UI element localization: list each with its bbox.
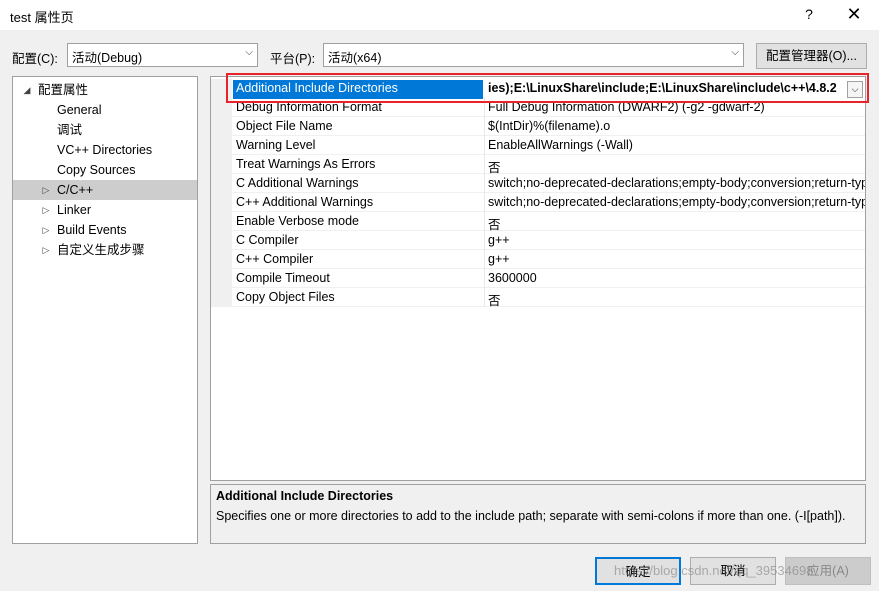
collapse-icon[interactable]: ◢	[21, 80, 33, 100]
description-panel: Additional Include Directories Specifies…	[210, 484, 866, 544]
row-gutter	[211, 231, 232, 250]
tree-item-label: Build Events	[57, 223, 127, 237]
property-name: Compile Timeout	[236, 271, 330, 285]
config-manager-button[interactable]: 配置管理器(O)...	[756, 43, 867, 69]
platform-label: 平台(P):	[270, 52, 316, 66]
row-gutter	[211, 174, 232, 193]
config-select[interactable]: 活动(Debug) ⌵	[67, 43, 258, 67]
property-name: Treat Warnings As Errors	[236, 157, 376, 171]
tree-item-custom-build-step[interactable]: ▷ 自定义生成步骤	[13, 240, 197, 260]
watermark: https://blog.csdn.net/qq_39534698	[614, 563, 814, 578]
property-row[interactable]: Copy Object Files 否	[211, 288, 865, 309]
row-gutter	[211, 250, 232, 269]
config-select-value: 活动(Debug)	[72, 51, 143, 65]
column-separator	[484, 174, 485, 193]
chevron-down-icon: ⌵	[731, 47, 739, 58]
tree-item-copy-sources[interactable]: Copy Sources	[13, 160, 197, 180]
property-row[interactable]: Warning Level EnableAllWarnings (-Wall)	[211, 136, 865, 155]
chevron-down-icon: ⌵	[245, 47, 253, 58]
tree-item-config-properties[interactable]: ◢ 配置属性	[13, 80, 197, 100]
window-title: test 属性页	[10, 10, 74, 25]
property-name: C Compiler	[236, 233, 299, 247]
property-value[interactable]: g++	[488, 252, 865, 266]
property-grid[interactable]: Additional Include Directories ies);E:\L…	[210, 76, 866, 481]
column-separator	[484, 136, 485, 155]
column-separator	[484, 212, 485, 231]
property-row[interactable]: C Compiler g++	[211, 231, 865, 250]
description-text: Specifies one or more directories to add…	[216, 509, 846, 523]
property-name: Enable Verbose mode	[236, 214, 360, 228]
property-row[interactable]: Treat Warnings As Errors 否	[211, 155, 865, 175]
property-name: C++ Compiler	[236, 252, 314, 266]
column-separator	[484, 193, 485, 212]
property-value[interactable]: g++	[488, 233, 865, 247]
config-label: 配置(C):	[12, 52, 58, 66]
tree-item-build-events[interactable]: ▷ Build Events	[13, 220, 197, 240]
property-name: C++ Additional Warnings	[236, 195, 374, 209]
property-value[interactable]: EnableAllWarnings (-Wall)	[488, 138, 865, 152]
property-name: C Additional Warnings	[236, 176, 359, 190]
row-gutter	[211, 212, 232, 231]
tree-item-label: 调试	[57, 123, 83, 137]
property-value[interactable]: switch;no-deprecated-declarations;empty-…	[488, 195, 865, 209]
row-gutter	[211, 155, 232, 174]
property-name: Warning Level	[236, 138, 316, 152]
property-row[interactable]: Object File Name $(IntDir)%(filename).o	[211, 117, 865, 136]
platform-select-value: 活动(x64)	[328, 51, 382, 65]
expand-icon[interactable]: ▷	[40, 220, 52, 240]
property-row[interactable]: C++ Compiler g++	[211, 250, 865, 269]
column-separator	[484, 269, 485, 288]
platform-select[interactable]: 活动(x64) ⌵	[323, 43, 744, 67]
property-row[interactable]: Compile Timeout 3600000	[211, 269, 865, 288]
property-value[interactable]: switch;no-deprecated-declarations;empty-…	[488, 176, 865, 190]
property-value[interactable]: 否	[488, 290, 865, 309]
tree-item-vc-directories[interactable]: VC++ Directories	[13, 140, 197, 160]
expand-icon[interactable]: ▷	[40, 200, 52, 220]
tree-item-label: 自定义生成步骤	[57, 243, 145, 257]
column-separator	[484, 155, 485, 174]
property-row[interactable]: C Additional Warnings switch;no-deprecat…	[211, 174, 865, 193]
tree-item-label: VC++ Directories	[57, 143, 153, 157]
row-gutter	[211, 117, 232, 136]
property-name: Copy Object Files	[236, 290, 335, 304]
property-name[interactable]: Additional Include Directories	[236, 81, 484, 95]
property-row[interactable]: C++ Additional Warnings switch;no-deprec…	[211, 193, 865, 212]
column-separator	[484, 288, 485, 307]
tree-item-label: Copy Sources	[57, 163, 136, 177]
expand-icon[interactable]: ▷	[40, 240, 52, 260]
property-tree[interactable]: ◢ 配置属性 General 调试 VC++ Directories Copy …	[12, 76, 198, 544]
column-separator	[484, 117, 485, 136]
tree-item-label: 配置属性	[38, 83, 89, 97]
tree-item-linker[interactable]: ▷ Linker	[13, 200, 197, 220]
tree-item-c-cpp[interactable]: ▷ C/C++	[13, 180, 197, 200]
help-button[interactable]: ?	[797, 2, 821, 26]
title-bar: test 属性页 ? ✕	[0, 0, 879, 30]
property-value[interactable]: 3600000	[488, 271, 865, 285]
tree-item-debugging[interactable]: 调试	[13, 120, 197, 140]
close-icon[interactable]: ✕	[840, 2, 868, 26]
row-gutter	[211, 136, 232, 155]
property-value[interactable]: $(IntDir)%(filename).o	[488, 119, 865, 133]
tree-item-label: C/C++	[57, 183, 94, 197]
row-gutter	[211, 193, 232, 212]
tree-item-label: General	[57, 103, 102, 117]
column-separator	[484, 231, 485, 250]
property-row[interactable]: Enable Verbose mode 否	[211, 212, 865, 232]
tree-item-general[interactable]: General	[13, 100, 197, 120]
expand-icon[interactable]: ▷	[40, 180, 52, 200]
row-gutter	[211, 288, 232, 307]
property-name: Object File Name	[236, 119, 333, 133]
description-title: Additional Include Directories	[216, 489, 394, 503]
column-separator	[484, 250, 485, 269]
tree-item-label: Linker	[57, 203, 92, 217]
row-gutter	[211, 269, 232, 288]
